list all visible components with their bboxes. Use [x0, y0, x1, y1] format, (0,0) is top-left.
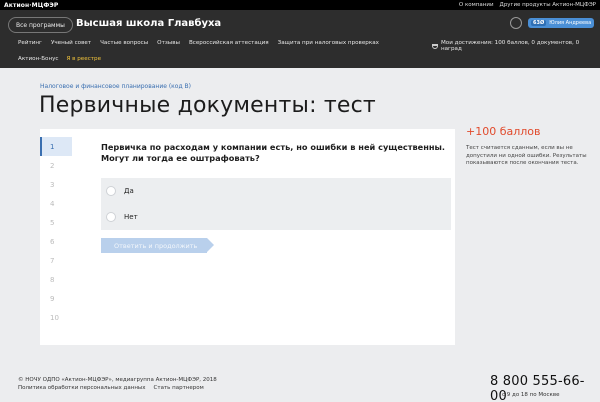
nav-attestation[interactable]: Всероссийская аттестация	[189, 40, 269, 46]
privacy-policy-link[interactable]: Политика обработки персональных данных	[18, 384, 146, 392]
step-item[interactable]: 1	[40, 137, 72, 156]
step-list: 1 2 3 4 5 6 7 8 9 10	[40, 137, 72, 327]
answer-label: Да	[124, 187, 134, 195]
step-item: 3	[50, 180, 55, 189]
nav-council[interactable]: Ученый совет	[51, 40, 91, 46]
step-item: 6	[50, 237, 55, 246]
test-note: Тест считается сданным, если вы не допус…	[466, 145, 587, 166]
main-nav: Рейтинг Ученый совет Частые вопросы Отзы…	[18, 40, 379, 46]
footer: © НОЧУ ОДПО «Актион-МЦФЭР», медиагруппа …	[18, 376, 217, 392]
nav-faq[interactable]: Частые вопросы	[100, 40, 148, 46]
breadcrumb[interactable]: Налоговое и финансовое планирование (код…	[40, 83, 191, 90]
answer-option-yes[interactable]: Да	[101, 178, 451, 204]
user-menu[interactable]: 63Ø Юлия Андреева	[528, 18, 595, 28]
settings-icon[interactable]	[510, 17, 522, 29]
step-item: 9	[50, 294, 55, 303]
step-item: 8	[50, 275, 55, 284]
step-item: 7	[50, 256, 55, 265]
submit-button[interactable]: Ответить и продолжить	[101, 238, 207, 253]
subnav-bonus[interactable]: Актион-Бонус	[18, 56, 59, 62]
nav-rating[interactable]: Рейтинг	[18, 40, 42, 46]
step-item: 10	[50, 313, 59, 322]
test-card: 1 2 3 4 5 6 7 8 9 10 Первичка по расхода…	[40, 129, 455, 345]
step-item: 4	[50, 199, 55, 208]
brand-logo[interactable]: Актион·МЦФЭР	[4, 2, 58, 9]
about-link[interactable]: О компании	[459, 2, 494, 8]
step-item: 5	[50, 218, 55, 227]
question-text: Первичка по расходам у компании есть, но…	[101, 142, 446, 163]
site-header: Все программы Высшая школа Главбуха 63Ø …	[0, 10, 600, 68]
answer-list: Да Нет	[101, 178, 451, 230]
phone-hours: с 9 до 18 по Москве	[502, 392, 560, 398]
submit-arrow	[207, 238, 214, 252]
radio-button[interactable]	[106, 212, 116, 222]
step-item: 2	[50, 161, 55, 170]
other-products-link[interactable]: Другие продукты Актион-МЦФЭР	[500, 2, 596, 8]
achievements[interactable]: Мои достижения: 100 баллов, 0 документов…	[432, 40, 600, 52]
achievements-text: Мои достижения: 100 баллов, 0 документов…	[440, 40, 580, 52]
nav-reviews[interactable]: Отзывы	[157, 40, 180, 46]
page-title: Первичные документы: тест	[39, 93, 376, 118]
sub-nav: Актион-Бонус Я в реестре	[18, 56, 101, 62]
become-partner-link[interactable]: Стать партнером	[154, 384, 204, 392]
top-bar: Актион·МЦФЭР О компании Другие продукты …	[0, 0, 600, 10]
trophy-icon	[432, 43, 438, 49]
radio-button[interactable]	[106, 186, 116, 196]
subnav-registry[interactable]: Я в реестре	[67, 56, 102, 62]
all-programs-button[interactable]: Все программы	[8, 17, 73, 33]
user-name: Юлия Андреева	[549, 20, 592, 26]
points-reward: +100 баллов	[466, 125, 541, 138]
nav-tax-protection[interactable]: Защита при налоговых проверках	[278, 40, 379, 46]
school-title[interactable]: Высшая школа Главбуха	[76, 18, 221, 29]
answer-option-no[interactable]: Нет	[101, 204, 451, 230]
user-badge: 63Ø	[531, 20, 547, 26]
copyright: © НОЧУ ОДПО «Актион-МЦФЭР», медиагруппа …	[18, 377, 217, 383]
answer-label: Нет	[124, 213, 138, 221]
